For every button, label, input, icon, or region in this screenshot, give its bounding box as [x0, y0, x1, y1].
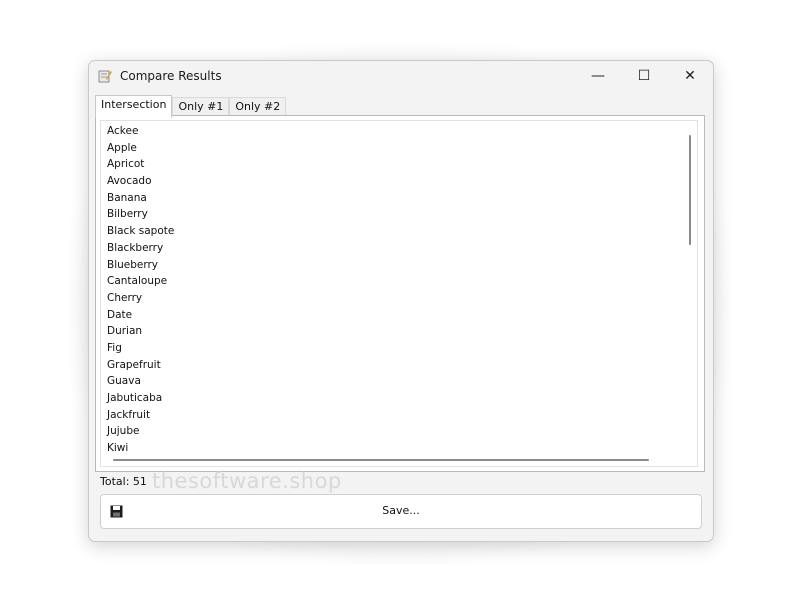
list-item[interactable]: Grapefruit	[107, 357, 174, 374]
vertical-scroll-thumb[interactable]	[689, 135, 691, 245]
horizontal-scroll-thumb[interactable]	[113, 459, 649, 461]
horizontal-scrollbar[interactable]	[113, 458, 653, 462]
list-item[interactable]: Cherry	[107, 290, 174, 307]
save-button[interactable]: Save...	[100, 494, 702, 529]
list-item[interactable]: Avocado	[107, 173, 174, 190]
list-item[interactable]: Blackberry	[107, 240, 174, 257]
minimize-button[interactable]: —	[575, 61, 621, 91]
total-count: Total: 51	[100, 475, 147, 488]
list-item[interactable]: Kiwi	[107, 440, 174, 457]
intersection-panel: AckeeAppleApricotAvocadoBananaBilberryBl…	[95, 115, 705, 472]
list-item[interactable]: Apricot	[107, 156, 174, 173]
close-button[interactable]: ✕	[667, 61, 713, 91]
list-item[interactable]: Apple	[107, 140, 174, 157]
tab-only-2[interactable]: Only #2	[229, 97, 286, 117]
vertical-scrollbar[interactable]	[686, 125, 694, 445]
tab-bar: Intersection Only #1 Only #2	[95, 95, 286, 115]
list-item[interactable]: Ackee	[107, 123, 174, 140]
compare-results-window: Compare Results — ☐ ✕ Intersection Only …	[88, 60, 714, 542]
tab-intersection[interactable]: Intersection	[95, 95, 172, 118]
save-button-label: Save...	[101, 504, 701, 517]
list-item[interactable]: Blueberry	[107, 257, 174, 274]
list-item[interactable]: Cantaloupe	[107, 273, 174, 290]
window-title: Compare Results	[120, 69, 222, 83]
close-icon: ✕	[684, 68, 696, 84]
app-icon	[98, 69, 112, 83]
list-item[interactable]: Jujube	[107, 423, 174, 440]
title-bar[interactable]: Compare Results — ☐ ✕	[89, 61, 713, 91]
watermark: thesoftware.shop	[152, 469, 342, 493]
list-item[interactable]: Durian	[107, 323, 174, 340]
list-item[interactable]: Bilberry	[107, 206, 174, 223]
results-list[interactable]: AckeeAppleApricotAvocadoBananaBilberryBl…	[100, 120, 698, 467]
list-items: AckeeAppleApricotAvocadoBananaBilberryBl…	[107, 123, 174, 457]
list-item[interactable]: Jabuticaba	[107, 390, 174, 407]
list-item[interactable]: Jackfruit	[107, 407, 174, 424]
list-item[interactable]: Black sapote	[107, 223, 174, 240]
minimize-icon: —	[591, 68, 605, 84]
list-item[interactable]: Banana	[107, 190, 174, 207]
list-item[interactable]: Date	[107, 307, 174, 324]
list-item[interactable]: Guava	[107, 373, 174, 390]
tab-only-1[interactable]: Only #1	[172, 97, 229, 117]
maximize-button[interactable]: ☐	[621, 61, 667, 91]
maximize-icon: ☐	[638, 68, 651, 84]
list-item[interactable]: Fig	[107, 340, 174, 357]
